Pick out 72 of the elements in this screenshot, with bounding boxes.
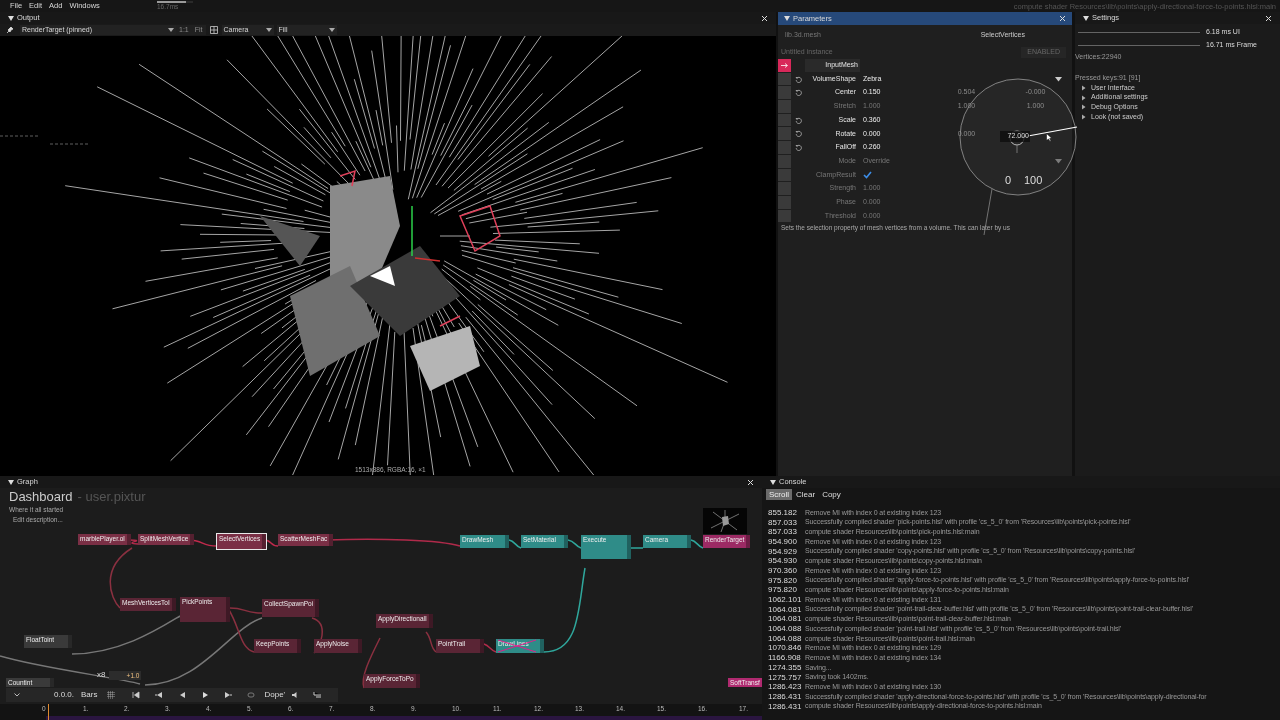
- connection-wire: [425, 631, 437, 653]
- parameter-handle[interactable]: [778, 72, 791, 86]
- mode-button[interactable]: Dope': [264, 689, 286, 701]
- time-display: 0.0.0.: [54, 689, 74, 701]
- parameter-handle[interactable]: [778, 154, 791, 168]
- grid-icon[interactable]: [107, 691, 116, 699]
- loop-icon[interactable]: [247, 691, 256, 699]
- log-time: 857.033: [768, 516, 798, 529]
- dial-min-label: 0: [1005, 173, 1012, 188]
- parameter-handle[interactable]: [778, 209, 791, 223]
- next-frame-icon[interactable]: [224, 691, 233, 699]
- graph-user: - user.pixtur: [77, 490, 146, 504]
- log-time: 975.820: [768, 574, 798, 587]
- parameter-handle[interactable]: [778, 86, 791, 100]
- dropdown-arrow-icon: [1055, 158, 1062, 165]
- input-connector[interactable]: [778, 59, 791, 72]
- skip-start-icon[interactable]: [132, 691, 141, 699]
- dropdown-arrow-icon: [168, 27, 174, 33]
- reset-icon[interactable]: [794, 143, 802, 151]
- console-button[interactable]: Copy: [819, 489, 844, 500]
- dial-max-label: 100: [1024, 173, 1043, 188]
- reset-icon[interactable]: [794, 130, 802, 138]
- connection-wire: [508, 539, 522, 549]
- dropdown-arrow-icon: [265, 27, 272, 33]
- collapse-icon[interactable]: [770, 478, 776, 486]
- log-time: 1064.081: [768, 613, 803, 626]
- play-backward-icon[interactable]: [178, 691, 187, 699]
- log-time: 975.820: [768, 584, 798, 597]
- previous-frame-icon[interactable]: [155, 691, 164, 699]
- parameter-handle[interactable]: [778, 141, 791, 154]
- play-icon[interactable]: [201, 691, 210, 699]
- parameter-handle[interactable]: [778, 113, 791, 127]
- checkbox[interactable]: [863, 170, 872, 179]
- parameter-handle[interactable]: [778, 100, 791, 113]
- connection-wire: [483, 643, 497, 653]
- arrow-icon: [780, 62, 789, 68]
- log-time: 1286.431: [768, 700, 803, 713]
- time-unit-button[interactable]: Bars: [81, 689, 98, 701]
- console-button[interactable]: Scroll: [766, 489, 792, 500]
- reset-icon[interactable]: [794, 116, 802, 124]
- keyframe-icon[interactable]: [313, 691, 323, 699]
- collapse-icon[interactable]: [784, 15, 790, 22]
- collapse-icon[interactable]: [8, 14, 14, 22]
- console-button[interactable]: Clear: [793, 489, 819, 500]
- connection-wire: [690, 539, 704, 549]
- graph-title: Dashboard: [9, 490, 73, 504]
- parameter-handle[interactable]: [778, 168, 791, 182]
- parameter-handle[interactable]: [778, 182, 791, 195]
- parameter-handle[interactable]: [778, 127, 791, 141]
- grid-icon[interactable]: [209, 26, 218, 34]
- close-icon[interactable]: [1059, 15, 1066, 22]
- log-time: 954.929: [768, 545, 798, 558]
- connection-wire: [567, 539, 582, 549]
- close-icon[interactable]: [747, 478, 754, 486]
- chevron-down-icon[interactable]: [14, 693, 20, 697]
- log-time: 855.182: [768, 506, 798, 519]
- counter-label: x8: [97, 669, 106, 681]
- log-time: 1070.846: [768, 642, 803, 655]
- collapse-icon[interactable]: [1083, 14, 1089, 22]
- connection-wire: [630, 547, 644, 549]
- pin-icon[interactable]: [6, 26, 14, 34]
- dropdown-arrow-icon: [328, 27, 335, 33]
- close-icon[interactable]: [761, 14, 768, 22]
- log-time: 1275.757: [768, 671, 803, 684]
- close-icon[interactable]: [1265, 14, 1272, 22]
- dropdown-arrow-icon: [1055, 76, 1062, 83]
- reset-icon[interactable]: [794, 89, 802, 97]
- cursor-icon: [1046, 133, 1052, 142]
- speaker-icon[interactable]: [291, 691, 300, 699]
- reset-icon[interactable]: [794, 75, 802, 83]
- parameter-handle[interactable]: [778, 195, 791, 209]
- collapse-icon[interactable]: [8, 478, 14, 486]
